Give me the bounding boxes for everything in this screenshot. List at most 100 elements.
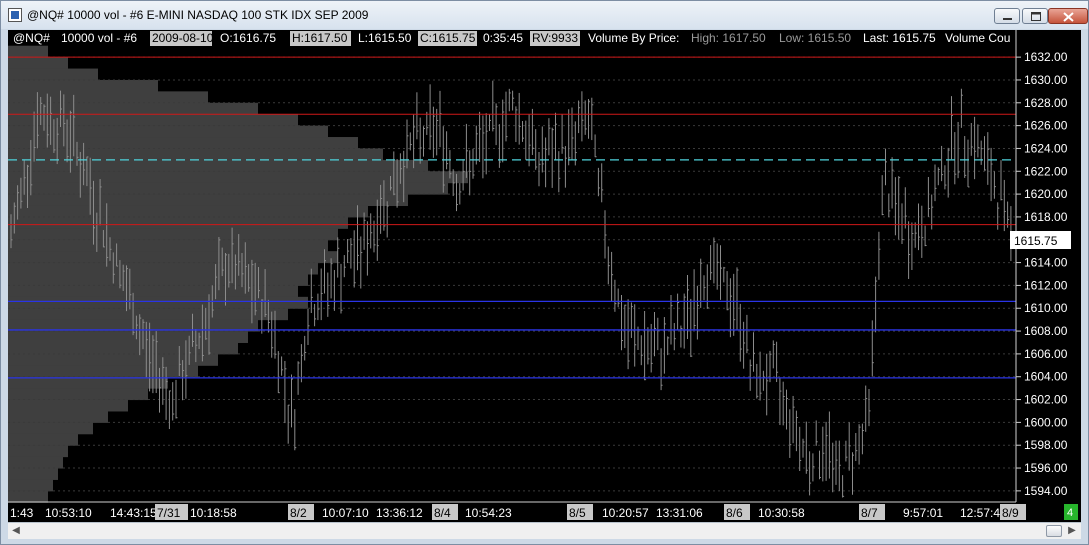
maximize-button[interactable] (1022, 8, 1048, 24)
price-bar (947, 147, 950, 198)
price-bar (921, 205, 924, 258)
price-bar (634, 304, 637, 367)
price-bar (832, 442, 835, 493)
price-bar (934, 164, 937, 202)
price-bar (498, 124, 501, 168)
svg-text:8/5: 8/5 (569, 506, 586, 520)
price-tick-label: 1632.00 (1024, 50, 1068, 64)
price-bar (885, 148, 887, 186)
price-bar (918, 203, 920, 251)
price-bar (294, 409, 297, 451)
header-date: 2009-08-10 (152, 31, 214, 45)
price-bar (967, 139, 970, 188)
price-bar (792, 395, 795, 444)
profile-row (8, 114, 298, 127)
price-bar (482, 115, 485, 179)
chart-canvas[interactable]: 1632.00 1630.00 1628.00 1626.00 1624.00 1622.… (8, 30, 1081, 522)
svg-text:10:30:58: 10:30:58 (758, 506, 805, 520)
price-bar (736, 267, 739, 331)
price-bar (317, 293, 320, 321)
price-chart[interactable]: 1632.00 1630.00 1628.00 1626.00 1624.00 1622.… (8, 30, 1081, 522)
svg-text:8/6: 8/6 (726, 506, 743, 520)
price-bar (333, 269, 336, 311)
time-label: 9:57:01 (903, 506, 943, 520)
header-rv: RV:9933 (532, 31, 578, 45)
price-bar (776, 341, 779, 383)
price-bar (894, 177, 897, 236)
price-bar (647, 327, 650, 365)
svg-text:9:57:01: 9:57:01 (903, 506, 943, 520)
price-bar (475, 125, 478, 165)
price-bar (409, 132, 412, 151)
price-bar (551, 127, 554, 188)
svg-text:8/7: 8/7 (861, 506, 878, 520)
price-bar (782, 381, 785, 426)
price-bar (350, 238, 353, 269)
header-low: L:1615.50 (358, 31, 412, 45)
price-bar (951, 96, 953, 160)
svg-text:8/4: 8/4 (434, 506, 451, 520)
profile-row (8, 296, 308, 309)
price-bar (416, 92, 419, 140)
price-bar (314, 303, 317, 327)
price-bar (505, 91, 508, 142)
price-tick-label: 1596.00 (1024, 461, 1068, 475)
price-bar (657, 317, 660, 351)
price-bar (795, 410, 798, 452)
price-bar (597, 167, 600, 197)
scrollbar-thumb[interactable] (1046, 525, 1062, 537)
price-bar (578, 100, 581, 134)
time-label: 10:30:58 (758, 506, 805, 520)
price-bar (954, 132, 957, 185)
price-bar (515, 106, 518, 143)
price-bar (898, 176, 901, 240)
minimize-button[interactable] (994, 8, 1020, 24)
svg-text:1:43: 1:43 (10, 506, 34, 520)
profile-row (8, 433, 78, 446)
price-tick-label: 1602.00 (1024, 393, 1068, 407)
header-vbp-label: Volume By Price: (588, 31, 679, 45)
price-tick-label: 1628.00 (1024, 96, 1068, 110)
price-bar (320, 268, 323, 321)
price-bar (871, 320, 874, 377)
time-label: 10:53:10 (45, 506, 92, 520)
profile-row (8, 239, 328, 252)
price-bar (802, 438, 805, 458)
svg-text:10:18:58: 10:18:58 (190, 506, 237, 520)
header-time: 0:35:45 (483, 31, 523, 45)
price-bar (729, 278, 732, 338)
time-label: 13:31:06 (656, 506, 703, 520)
svg-text:7/31: 7/31 (157, 506, 181, 520)
header-close: C:1615.75 (420, 31, 476, 45)
price-bar (927, 176, 930, 217)
svg-text:13:31:06: 13:31:06 (656, 506, 703, 520)
price-tick-label: 1614.00 (1024, 256, 1068, 270)
price-bar (479, 111, 482, 162)
price-bar (465, 123, 468, 178)
close-button[interactable] (1048, 8, 1088, 24)
price-bar (307, 308, 310, 346)
price-bar (489, 114, 491, 132)
price-bar (716, 243, 719, 290)
scroll-right-icon[interactable]: ▶ (1066, 525, 1078, 537)
price-bar (310, 268, 313, 314)
title-bar[interactable]: @NQ# 10000 vol - #6 E-MINI NASDAQ 100 ST… (1, 1, 1088, 29)
price-bar (337, 237, 340, 278)
price-bar (376, 199, 379, 261)
date-marker: 8/4 (432, 504, 458, 520)
price-bar (423, 126, 425, 157)
horizontal-scrollbar[interactable]: ◀ ▶ (8, 522, 1081, 539)
price-bar (284, 360, 287, 424)
price-bar (604, 210, 607, 259)
profile-row (8, 422, 93, 435)
price-bar (574, 121, 577, 166)
profile-row (8, 308, 288, 321)
price-bar (1007, 201, 1010, 228)
profile-row (8, 331, 248, 343)
price-bar (838, 440, 841, 492)
scroll-left-icon[interactable]: ◀ (10, 525, 22, 537)
price-bar (426, 111, 429, 135)
price-bar (588, 98, 590, 139)
price-bar (881, 175, 884, 216)
price-bar (330, 258, 333, 299)
